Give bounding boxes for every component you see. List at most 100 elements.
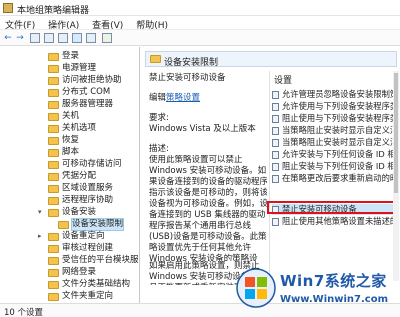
edit-label: 编辑 <box>149 93 167 103</box>
folder-icon <box>48 65 59 73</box>
setting-row[interactable]: 阻止使用与下列设备安装程序类相匹配... <box>272 113 397 124</box>
tree-item-label: 电源管理 <box>62 63 97 73</box>
requirements-value: Windows Vista 及以上版本 <box>149 124 256 134</box>
folder-open-icon <box>150 55 161 63</box>
tree-item[interactable]: 电源管理 <box>0 63 139 74</box>
scrollbar-thumb[interactable] <box>394 73 398 193</box>
setting-row[interactable]: 在策略更改后要求重新启动的时间 <box>272 173 397 184</box>
title-bar: 本地组策略编辑器 <box>0 0 400 16</box>
window-title: 本地组策略编辑器 <box>17 6 90 16</box>
tree-item[interactable]: 区域设置服务 <box>0 183 139 194</box>
back-arrow-icon[interactable]: ← <box>3 32 13 44</box>
menu-file[interactable]: 文件(F) <box>0 16 40 31</box>
settings-column-header[interactable]: 设置 <box>274 73 292 86</box>
windows-logo-icon <box>236 268 276 308</box>
tree-item[interactable]: ▸ 设备重定向 <box>0 231 139 242</box>
setting-row[interactable]: 阻止使用其他策略设置未描述的设备 <box>272 216 397 227</box>
tree-item[interactable]: 脚本 <box>0 147 139 158</box>
folder-icon <box>48 197 59 205</box>
tree-item[interactable]: 关机 <box>0 111 139 122</box>
tree-item[interactable]: 关机选项 <box>0 123 139 134</box>
tree-item[interactable]: 分布式 COM <box>0 87 139 98</box>
tree-item-label: 可移动存储访问 <box>62 159 122 169</box>
tree-item-label: 登录 <box>62 51 80 61</box>
details-pane: 设备安装限制 禁止安装可移动设备 编辑策略设置 要求: Windows Vist… <box>141 47 400 303</box>
show-hide-tree-icon[interactable] <box>44 33 54 43</box>
setting-row[interactable]: 阻止安装与下列任何设备 ID 相匹配的设备 <box>272 161 397 172</box>
properties-icon[interactable] <box>86 33 96 43</box>
tree-item[interactable]: 登录 <box>0 51 139 62</box>
highlight-box <box>267 201 398 214</box>
folder-icon <box>48 269 59 277</box>
setting-label: 允许使用与下列设备安装程序类相匹配... <box>282 101 397 111</box>
setting-label: 允许安装与下列任何设备 ID 相匹配的设备 <box>282 149 397 159</box>
setting-row[interactable]: 当策略阻止安装时显示自定义消息 <box>272 125 397 136</box>
tree-item[interactable]: 服务器管理器 <box>0 99 139 110</box>
forward-arrow-icon[interactable]: → <box>15 32 25 44</box>
setting-label: 当策略阻止安装时显示自定义消息标题 <box>282 137 397 147</box>
tree-item-label: 设备安装 <box>62 207 97 217</box>
tree-item[interactable]: ▾ 设备安装 <box>0 207 139 218</box>
setting-row[interactable]: 当策略阻止安装时显示自定义消息标题 <box>272 137 397 148</box>
setting-label: 在策略更改后要求重新启动的时间 <box>282 173 397 183</box>
folder-icon <box>48 125 59 133</box>
filter-icon[interactable] <box>102 33 112 43</box>
tree-item[interactable]: 文件夹重定向 <box>0 291 139 302</box>
tree-item[interactable]: 可移动存储访问 <box>0 159 139 170</box>
tree-item-device-install-restrictions[interactable]: 设备安装限制 <box>0 218 139 231</box>
tree-item[interactable]: 访问被拒绝协助 <box>0 75 139 86</box>
tree-item[interactable]: 网络登录 <box>0 267 139 278</box>
export-list-icon[interactable] <box>58 33 68 43</box>
policy-setting-icon <box>272 139 279 147</box>
vertical-scrollbar[interactable] <box>393 71 399 281</box>
setting-label: 当策略阻止安装时显示自定义消息 <box>282 125 397 135</box>
watermark-url: Www.Winwin7.com <box>280 294 389 305</box>
tree-item[interactable]: 凭据分配 <box>0 171 139 182</box>
tree-item[interactable]: 文件分类基础结构 <box>0 279 139 290</box>
folder-icon <box>48 161 59 169</box>
tree-item[interactable]: 远程程序协助 <box>0 195 139 206</box>
tree-item-label: 设备重定向 <box>62 231 105 241</box>
folder-icon <box>48 233 59 241</box>
watermark: Win7系统之家 Www.Winwin7.com <box>236 266 398 316</box>
folder-icon <box>48 209 59 217</box>
folder-icon <box>48 53 59 61</box>
edit-policy-line: 编辑策略设置 <box>149 93 267 104</box>
policy-setting-icon <box>272 218 279 226</box>
folder-icon <box>48 185 59 193</box>
tree-item-label: 凭据分配 <box>62 171 97 181</box>
policy-setting-icon <box>272 163 279 171</box>
menu-help[interactable]: 帮助(H) <box>131 16 173 31</box>
folder-icon <box>48 245 59 253</box>
tree-item[interactable]: 受信任的平台模块服务 <box>0 255 140 266</box>
toolbar: ← → <box>0 30 400 46</box>
tree-item-label: 访问被拒绝协助 <box>62 75 122 85</box>
setting-row[interactable]: 允许使用与下列设备安装程序类相匹配... <box>272 101 397 112</box>
folder-icon <box>48 101 59 109</box>
tree-item[interactable]: 审核过程创建 <box>0 243 139 254</box>
tree-item-label: 审核过程创建 <box>62 243 114 253</box>
up-folder-icon[interactable] <box>30 33 40 43</box>
tree-item-label: 远程程序协助 <box>62 195 114 205</box>
setting-label: 允许管理员忽略设备安装限制策略 <box>282 89 397 99</box>
folder-icon <box>48 149 59 157</box>
policy-setting-icon <box>272 175 279 183</box>
setting-row[interactable]: 允许安装与下列任何设备 ID 相匹配的设备 <box>272 149 397 160</box>
settings-list: 设置 允许管理员忽略设备安装限制策略 允许使用与下列设备安装程序类相匹配... … <box>269 71 397 281</box>
tree-item-label: 分布式 COM <box>62 87 111 97</box>
edit-policy-link[interactable]: 策略设置 <box>166 93 200 103</box>
setting-row[interactable]: 允许管理员忽略设备安装限制策略 <box>272 89 397 100</box>
tree-item-label: 设备安装限制 <box>70 218 125 231</box>
tree-item-label: 受信任的平台模块服务 <box>62 255 140 265</box>
tree-item-label: 文件夹重定向 <box>62 291 114 301</box>
menu-action[interactable]: 操作(A) <box>43 16 84 31</box>
expand-chevron-icon[interactable]: ▾ <box>38 207 42 218</box>
tree-item-label: 关机 <box>62 111 80 121</box>
menu-view[interactable]: 查看(V) <box>87 16 128 31</box>
expand-chevron-icon[interactable]: ▸ <box>38 231 42 242</box>
app-icon <box>3 3 13 13</box>
help-icon[interactable] <box>72 33 82 43</box>
tree-item[interactable]: 恢复 <box>0 135 139 146</box>
setting-label: 阻止安装与下列任何设备 ID 相匹配的设备 <box>282 161 397 171</box>
folder-icon <box>48 137 59 145</box>
